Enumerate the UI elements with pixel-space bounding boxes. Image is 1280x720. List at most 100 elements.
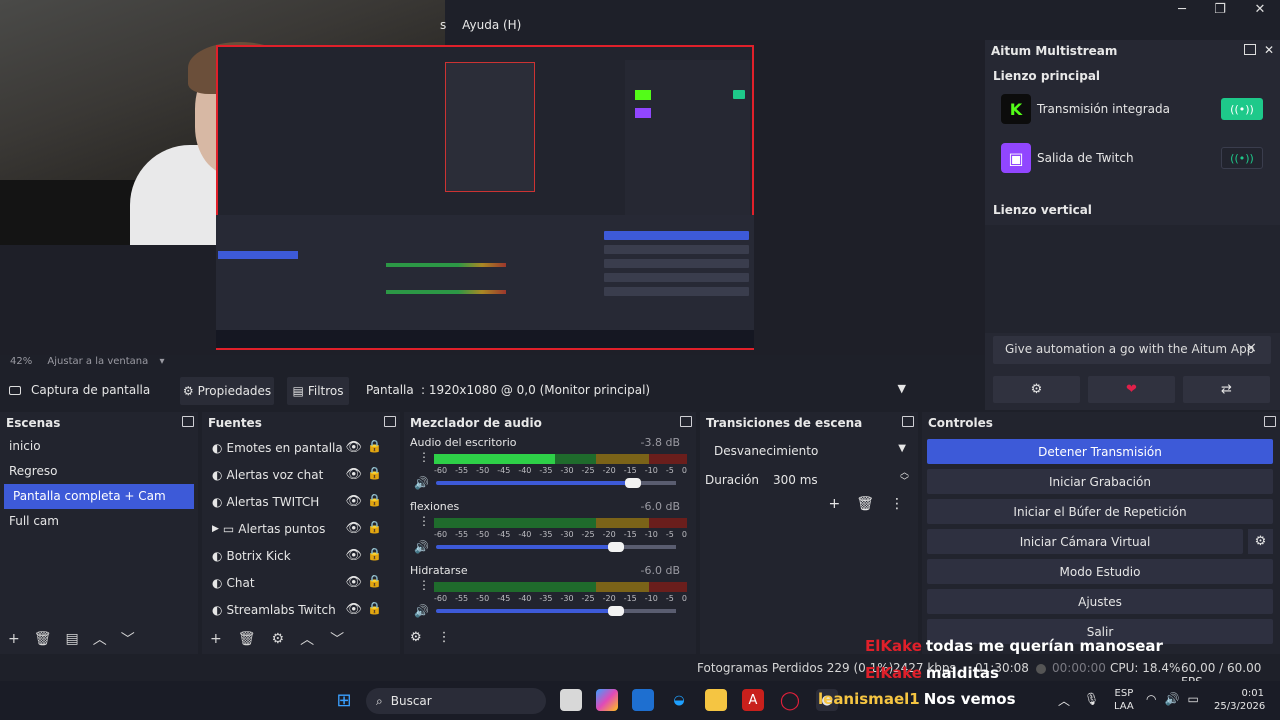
gear-icon[interactable]: ⚙ xyxy=(272,631,285,647)
eye-icon[interactable]: 👁 xyxy=(345,440,362,455)
clock[interactable]: 0:01 25/3/2026 xyxy=(1214,687,1265,713)
lock-icon[interactable]: 🔒 xyxy=(367,574,382,588)
more-icon[interactable]: ⋮ xyxy=(418,514,430,528)
undock-icon[interactable] xyxy=(384,416,396,427)
stream-toggle-off[interactable]: ((•)) xyxy=(1221,147,1263,169)
source-item[interactable]: ◐ Botrix Kick 👁 🔒 xyxy=(202,542,400,569)
speaker-icon[interactable]: 🔊 xyxy=(414,604,429,618)
more-icon[interactable]: ⋮ xyxy=(418,578,430,592)
add-icon[interactable]: + xyxy=(828,496,840,512)
scene-item-selected[interactable]: Pantalla completa + Cam xyxy=(4,484,194,509)
chevron-down-icon[interactable]: ﹀ xyxy=(330,629,344,649)
microphone-icon[interactable]: 🎙 xyxy=(1084,692,1099,709)
eye-icon[interactable]: 👁 xyxy=(345,575,362,590)
windows-start-icon[interactable]: ⊞ xyxy=(333,689,355,711)
virtual-camera-button[interactable]: Iniciar Cámara Virtual xyxy=(927,529,1243,554)
aitum-donate-button[interactable]: ❤ xyxy=(1088,376,1175,403)
lock-icon[interactable]: 🔒 xyxy=(367,439,382,453)
filter-icon[interactable]: ▤ xyxy=(66,631,79,647)
transition-select[interactable]: Desvanecimiento ▼ xyxy=(706,440,912,464)
aitum-ad-banner[interactable]: Give automation a go with the Aitum App … xyxy=(993,336,1271,364)
stream-toggle-on[interactable]: ((•)) xyxy=(1221,98,1263,120)
chevron-up-icon[interactable]: ︿ xyxy=(300,629,314,649)
trash-icon[interactable]: 🗑 xyxy=(34,631,52,647)
lock-icon[interactable]: 🔒 xyxy=(367,601,382,615)
expand-icon[interactable]: ▶ xyxy=(212,524,219,534)
volume-slider[interactable] xyxy=(436,606,676,616)
preview-zoom[interactable]: 42% Ajustar a la ventana ▾ xyxy=(10,356,164,367)
lock-icon[interactable]: 🔒 xyxy=(367,493,382,507)
chevron-down-icon[interactable]: ﹀ xyxy=(121,629,135,649)
undock-icon[interactable] xyxy=(182,416,194,427)
menu-item-partial[interactable]: s xyxy=(440,18,446,32)
photos-icon[interactable] xyxy=(632,689,654,711)
add-icon[interactable]: + xyxy=(210,631,222,647)
source-item[interactable]: ◐ Chat 👁 🔒 xyxy=(202,569,400,596)
undock-icon[interactable] xyxy=(680,416,692,427)
pdf-icon[interactable]: A xyxy=(742,689,764,711)
virtual-camera-settings-button[interactable]: ⚙ xyxy=(1248,529,1273,554)
properties-button[interactable]: ⚙ Propiedades xyxy=(180,377,274,405)
eye-icon[interactable]: 👁 xyxy=(345,467,362,482)
volume-slider[interactable] xyxy=(436,542,676,552)
speaker-icon[interactable]: 🔊 xyxy=(414,476,429,490)
source-item[interactable]: ◐ Alertas voz chat 👁 🔒 xyxy=(202,461,400,488)
undock-icon[interactable] xyxy=(902,416,914,427)
edge-icon[interactable]: ◒ xyxy=(668,689,690,711)
add-icon[interactable]: + xyxy=(8,631,20,647)
source-item[interactable]: ◐ Emotes en pantalla 👁 🔒 xyxy=(202,434,400,461)
menu-item-help[interactable]: Ayuda (H) xyxy=(462,18,521,32)
zoom-fit[interactable]: Ajustar a la ventana xyxy=(47,356,148,367)
duration-spinbox[interactable]: 300 ms ︿ ﹀ xyxy=(773,469,913,488)
start-recording-button[interactable]: Iniciar Grabación xyxy=(927,469,1273,494)
task-view-icon[interactable] xyxy=(560,689,582,711)
slider-knob[interactable] xyxy=(624,478,641,488)
file-explorer-icon[interactable] xyxy=(705,689,727,711)
system-icons[interactable]: ◠ 🔊 ▭ xyxy=(1146,692,1199,706)
stop-streaming-button[interactable]: Detener Transmisión xyxy=(927,439,1273,464)
lock-icon[interactable]: 🔒 xyxy=(367,520,382,534)
source-item[interactable]: ◐ Alertas TWITCH 👁 🔒 xyxy=(202,488,400,515)
slider-knob[interactable] xyxy=(608,606,624,616)
scene-item[interactable]: inicio xyxy=(0,434,198,459)
copilot-icon[interactable] xyxy=(596,689,618,711)
filters-button[interactable]: ▤ Filtros xyxy=(287,377,349,405)
spin-arrows-icon[interactable]: ︿ ﹀ xyxy=(900,469,909,487)
undock-icon[interactable] xyxy=(1264,416,1276,427)
chevron-up-icon[interactable]: ︿ xyxy=(1058,692,1070,709)
minimize-button[interactable]: ─ xyxy=(1162,0,1202,20)
close-button[interactable]: ✕ xyxy=(1240,0,1280,20)
more-icon[interactable]: ⋮ xyxy=(890,496,904,512)
more-icon[interactable]: ⋮ xyxy=(438,630,451,645)
chevron-down-icon[interactable]: ▾ xyxy=(159,356,164,367)
eye-icon[interactable]: 👁 xyxy=(345,494,362,509)
maximize-button[interactable]: ❐ xyxy=(1200,0,1240,20)
lock-icon[interactable]: 🔒 xyxy=(367,466,382,480)
gear-icon[interactable]: ⚙ xyxy=(410,630,422,645)
display-select[interactable]: : 1920x1080 @ 0,0 (Monitor principal) ▼ xyxy=(415,379,912,403)
scene-item[interactable]: Regreso xyxy=(0,459,198,484)
language-indicator[interactable]: ESP LAA xyxy=(1114,687,1134,713)
opera-icon[interactable]: ◯ xyxy=(779,689,801,711)
replay-buffer-button[interactable]: Iniciar el Búfer de Repetición xyxy=(927,499,1273,524)
trash-icon[interactable]: 🗑 xyxy=(856,496,874,512)
taskbar-search[interactable]: ⌕ Buscar xyxy=(366,688,546,714)
more-icon[interactable]: ⋮ xyxy=(418,450,430,464)
chevron-up-icon[interactable]: ︿ xyxy=(93,629,107,649)
close-icon[interactable]: ✕ xyxy=(1264,43,1274,57)
close-icon[interactable]: × xyxy=(1245,340,1257,356)
undock-icon[interactable] xyxy=(1244,44,1256,55)
eye-icon[interactable]: 👁 xyxy=(345,548,362,563)
aitum-settings-button[interactable]: ⚙ xyxy=(993,376,1080,403)
volume-slider[interactable] xyxy=(436,478,676,488)
lock-icon[interactable]: 🔒 xyxy=(367,547,382,561)
scene-item[interactable]: Full cam xyxy=(0,509,198,534)
source-item[interactable]: ◐ Streamlabs Twitch 👁 🔒 xyxy=(202,596,400,623)
eye-icon[interactable]: 👁 xyxy=(345,521,362,536)
slider-knob[interactable] xyxy=(608,542,624,552)
studio-mode-button[interactable]: Modo Estudio xyxy=(927,559,1273,584)
settings-button[interactable]: Ajustes xyxy=(927,589,1273,614)
source-group[interactable]: ▶ ▭ Alertas puntos 👁 🔒 xyxy=(202,515,400,542)
trash-icon[interactable]: 🗑 xyxy=(238,631,256,647)
speaker-icon[interactable]: 🔊 xyxy=(414,540,429,554)
